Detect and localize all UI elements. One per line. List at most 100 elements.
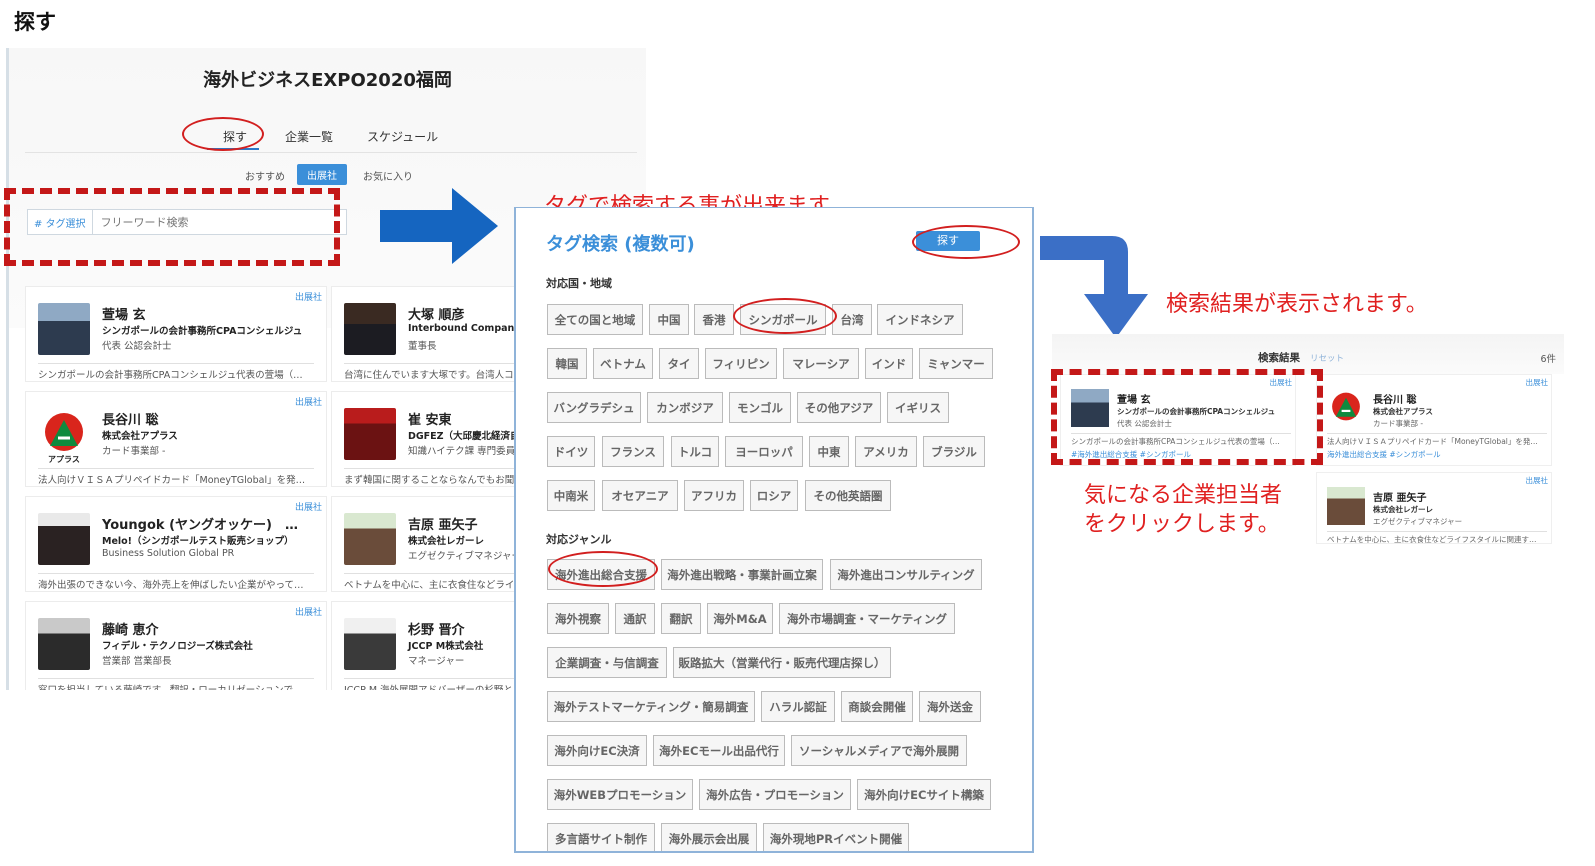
tag-chip[interactable]: オセアニア — [602, 480, 678, 511]
avatar — [344, 618, 396, 670]
tag-chip[interactable]: バングラデシュ — [547, 392, 641, 423]
click-caption-line1: 気になる企業担当者 — [1084, 483, 1283, 508]
tag-chip[interactable]: その他アジア — [797, 392, 881, 423]
tag-chip[interactable]: 海外進出コンサルティング — [830, 559, 982, 590]
person-role: エグゼクティブマネジャー — [408, 551, 521, 562]
avatar — [38, 618, 90, 670]
company-name: 株式会社アプラス — [1373, 407, 1433, 416]
company-name: 株式会社レガーレ — [1373, 505, 1433, 514]
highlight-ellipse-search-button — [912, 225, 1020, 259]
person-name: 杉野 晋介 — [408, 623, 465, 638]
tag-chip[interactable]: インドネシア — [877, 304, 963, 335]
tag-chip[interactable]: 企業調査・与信調査 — [547, 647, 667, 678]
avatar — [344, 303, 396, 355]
tag-chip[interactable]: ロシア — [750, 480, 798, 511]
exhibitor-card[interactable]: 出展社 Youngok (ヤングオッケー) … Melo!（シンガポールテスト販… — [25, 496, 327, 592]
person-name: 長谷川 聡 — [1373, 395, 1417, 406]
tag-chip[interactable]: 海外M&A — [707, 603, 773, 634]
region-section-label: 対応国・地域 — [546, 277, 612, 290]
tag-chip[interactable]: モンゴル — [729, 392, 791, 423]
result-card[interactable]: 出展社 長谷川 聡 株式会社アプラス カード事業部 - 法人向けＶＩＳＡプリペイ… — [1316, 374, 1552, 466]
tag-chip[interactable]: 中東 — [809, 436, 849, 467]
tag-chip[interactable]: ヨーロッパ — [725, 436, 803, 467]
tab-schedule[interactable]: スケジュール — [367, 128, 438, 145]
tag-chip[interactable]: 多言語サイト制作 — [547, 823, 655, 851]
tag-chip[interactable]: 翻訳 — [661, 603, 701, 634]
card-description: シンガポールの会計事務所CPAコンシェルジュ代表の萱場（… — [38, 363, 314, 381]
person-name: Youngok (ヤングオッケー) … — [102, 518, 298, 533]
genre-section-label: 対応ジャンル — [546, 533, 612, 546]
subtab-favorites[interactable]: お気に入り — [363, 168, 413, 183]
tag-chip[interactable]: 韓国 — [547, 348, 587, 379]
tag-chip[interactable]: マレーシア — [783, 348, 859, 379]
tag-chip[interactable]: インド — [865, 348, 913, 379]
click-caption-line2: をクリックします。 — [1084, 512, 1280, 537]
subtab-recommended[interactable]: おすすめ — [245, 168, 285, 183]
person-role: 知識ハイテク課 専門委員 — [408, 446, 516, 457]
tag-chip[interactable]: 海外送金 — [919, 691, 981, 722]
tag-chip[interactable]: 全ての国と地域 — [547, 304, 643, 335]
tag-chip[interactable]: アフリカ — [684, 480, 744, 511]
tag-chip[interactable]: 海外テストマーケティング・簡易調査 — [547, 691, 755, 722]
tag-chip[interactable]: 香港 — [694, 304, 734, 335]
person-role: カード事業部 - — [102, 446, 166, 457]
exhibitor-card[interactable]: 出展社 アプラス 長谷川 聡 株式会社アプラス カード事業部 - 法人向けＶＩＳ… — [25, 391, 327, 487]
tag-chip[interactable]: フランス — [602, 436, 664, 467]
tag-chip[interactable]: ドイツ — [547, 436, 595, 467]
avatar — [1327, 487, 1365, 525]
person-name: 萱場 玄 — [102, 308, 146, 323]
person-name: 大塚 順彦 — [408, 308, 465, 323]
company-name: Melo!（シンガポールテスト販売ショップ） — [102, 536, 294, 547]
tag-chip[interactable]: イギリス — [887, 392, 949, 423]
highlight-box-search-bar — [4, 188, 340, 266]
exhibitor-badge: 出展社 — [1525, 378, 1549, 387]
result-card[interactable]: 出展社 吉原 亜矢子 株式会社レガーレ エグゼクティブマネジャー ベトナムを中心… — [1316, 472, 1552, 544]
tag-chip[interactable]: 海外現地PRイベント開催 — [763, 823, 909, 851]
tag-chip[interactable]: ソーシャルメディアで海外展開 — [791, 735, 967, 766]
exhibitor-card[interactable]: 出展社 藤崎 恵介 フィデル・テクノロジーズ株式会社 営業部 営業部長 窓口を担… — [25, 601, 327, 690]
tag-chip[interactable]: 海外ECモール出品代行 — [653, 735, 785, 766]
tag-chip[interactable]: 海外向けECサイト構築 — [857, 779, 991, 810]
tag-chip[interactable]: 中国 — [649, 304, 689, 335]
tag-chip[interactable]: 海外WEBプロモーション — [547, 779, 693, 810]
tag-chip[interactable]: ミャンマー — [919, 348, 993, 379]
tag-chip[interactable]: 商談会開催 — [841, 691, 913, 722]
person-name: 吉原 亜矢子 — [408, 518, 478, 533]
tag-chip[interactable]: 中南米 — [547, 480, 595, 511]
tag-chip[interactable]: タイ — [659, 348, 699, 379]
tag-chip[interactable]: トルコ — [671, 436, 719, 467]
person-role: マネージャー — [408, 656, 465, 667]
tag-chip[interactable]: ハラル認証 — [761, 691, 835, 722]
avatar — [38, 513, 90, 565]
tab-company-list[interactable]: 企業一覧 — [285, 128, 333, 145]
tag-chip[interactable]: 台湾 — [832, 304, 872, 335]
tag-search-title: タグ検索 (複数可) — [546, 234, 695, 255]
exhibitor-card[interactable]: 出展社 萱場 玄 シンガポールの会計事務所CPAコンシェルジュ 代表 公認会計士… — [25, 286, 327, 382]
tag-chip[interactable]: 販路拡大（営業代行・販売代理店探し） — [673, 647, 891, 678]
person-name: 吉原 亜矢子 — [1373, 493, 1427, 504]
tag-chip[interactable]: 海外市場調査・マーケティング — [779, 603, 955, 634]
tag-chip[interactable]: フィリピン — [705, 348, 777, 379]
page-heading: 探す — [14, 10, 56, 34]
card-tags: 海外進出総合支援 #シンガポール — [1327, 450, 1441, 459]
tag-chip[interactable]: 海外広告・プロモーション — [699, 779, 851, 810]
person-role: エグゼクティブマネジャー — [1373, 517, 1463, 526]
tag-chip[interactable]: 海外視察 — [547, 603, 609, 634]
tag-chip[interactable]: 海外進出戦略・事業計画立案 — [661, 559, 823, 590]
card-description: 法人向けＶＩＳＡプリペイドカード「MoneyTGlobal」を発… — [1327, 433, 1547, 447]
tag-chip[interactable]: ブラジル — [923, 436, 985, 467]
tag-chip[interactable]: ベトナム — [593, 348, 653, 379]
tag-chip[interactable]: 通訳 — [615, 603, 655, 634]
tag-chip[interactable]: 海外展示会出展 — [661, 823, 757, 851]
exhibitor-badge: 出展社 — [294, 503, 322, 513]
tag-chip[interactable]: カンボジア — [647, 392, 723, 423]
person-role: 董事長 — [408, 341, 437, 352]
person-role: Business Solution Global PR — [102, 548, 235, 559]
exhibitor-badge: 出展社 — [294, 398, 322, 408]
tag-chip[interactable]: 海外向けEC決済 — [547, 735, 647, 766]
results-reset-link[interactable]: リセット — [1310, 352, 1344, 364]
tag-chip[interactable]: その他英語圏 — [805, 480, 891, 511]
subtab-exhibitors[interactable]: 出展社 — [297, 164, 347, 185]
tag-chip[interactable]: アメリカ — [855, 436, 917, 467]
arrow-right-icon — [380, 188, 498, 264]
